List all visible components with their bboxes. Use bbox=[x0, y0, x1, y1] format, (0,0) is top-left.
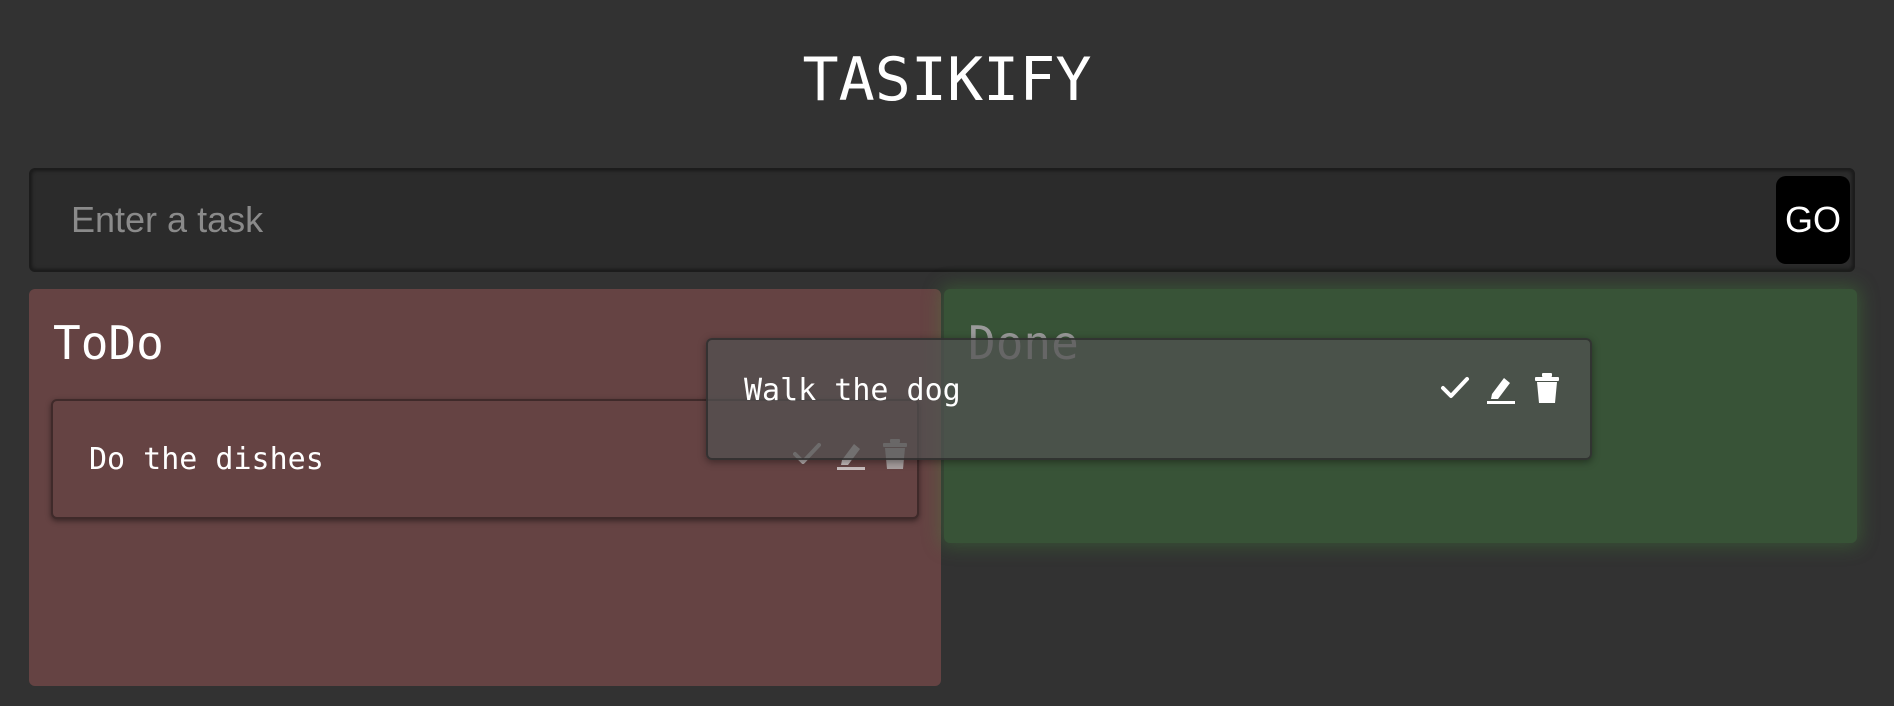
task-text: Walk the dog bbox=[744, 372, 961, 408]
task-actions bbox=[1438, 366, 1568, 410]
task-input-bar: GO bbox=[29, 168, 1855, 272]
task-text: Do the dishes bbox=[89, 441, 324, 477]
dragging-task-card[interactable]: Walk the dog bbox=[706, 338, 1592, 460]
todo-column-title: ToDo bbox=[53, 316, 164, 370]
task-input[interactable] bbox=[71, 170, 1771, 270]
app-title: TASIKIFY bbox=[802, 45, 1092, 115]
check-icon[interactable] bbox=[1438, 370, 1472, 406]
go-button[interactable]: GO bbox=[1776, 176, 1850, 264]
trash-icon[interactable] bbox=[1530, 370, 1564, 406]
pencil-icon[interactable] bbox=[1484, 370, 1518, 406]
